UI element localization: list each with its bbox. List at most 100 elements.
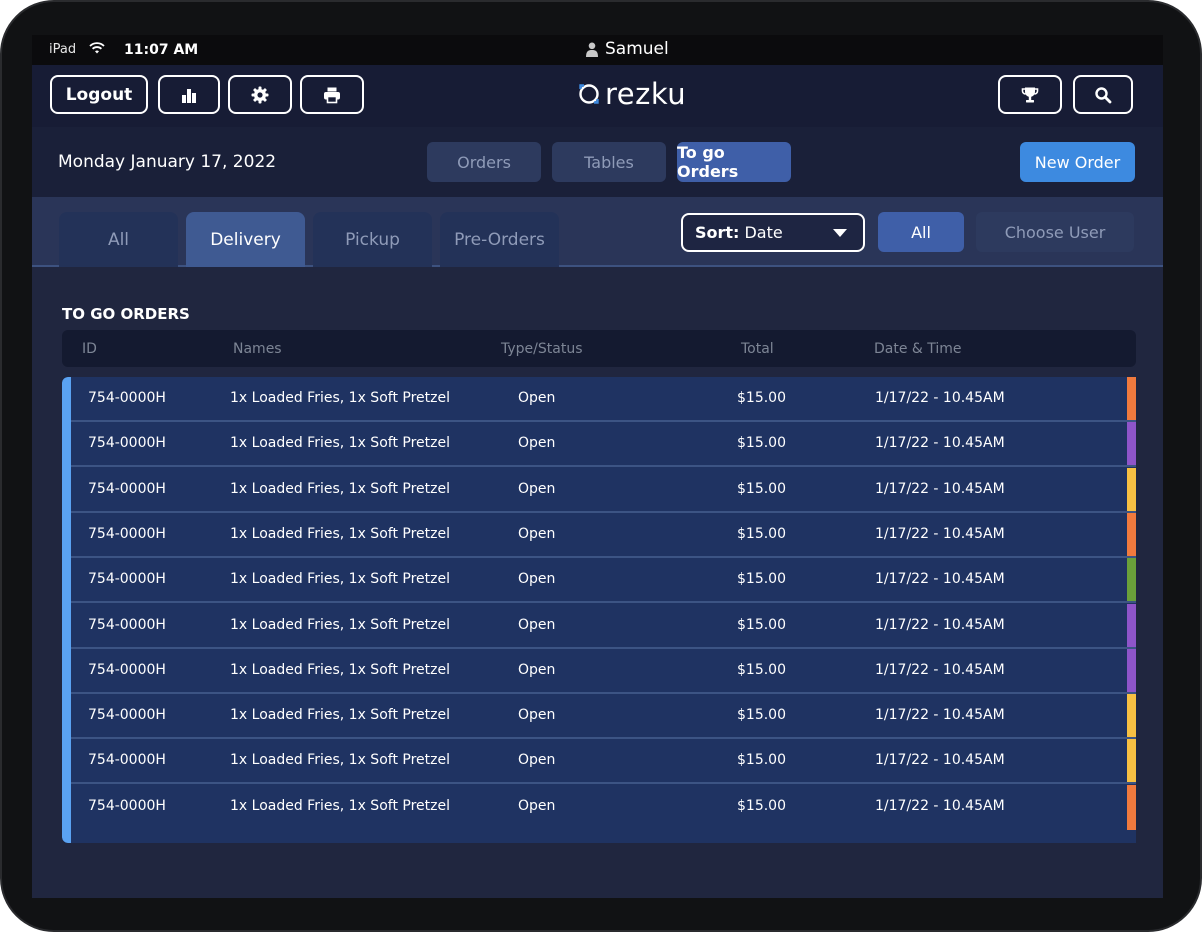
order-items: 1x Loaded Fries, 1x Soft Pretzel bbox=[230, 617, 450, 633]
bar-chart-icon bbox=[182, 88, 196, 103]
rezku-logo-icon bbox=[579, 84, 599, 104]
filter-tab-delivery[interactable]: Delivery bbox=[186, 212, 305, 267]
filter-tab-pickup[interactable]: Pickup bbox=[313, 212, 432, 267]
app-screen: iPad 11:07 AM Samuel Logout rezku Monday… bbox=[32, 35, 1163, 898]
order-total: $15.00 bbox=[737, 798, 786, 814]
user-filter-all-button[interactable]: All bbox=[878, 212, 964, 252]
table-row[interactable]: 754-0000H 1x Loaded Fries, 1x Soft Pretze… bbox=[71, 422, 1136, 467]
selection-indicator bbox=[62, 377, 71, 843]
table-header: ID Names Type/Status Total Date & Time bbox=[62, 330, 1136, 367]
printer-icon bbox=[324, 87, 340, 103]
current-user: Samuel bbox=[586, 39, 669, 59]
order-items: 1x Loaded Fries, 1x Soft Pretzel bbox=[230, 752, 450, 768]
order-status: Open bbox=[518, 571, 556, 587]
filter-tab-all[interactable]: All bbox=[59, 212, 178, 267]
order-total: $15.00 bbox=[737, 481, 786, 497]
status-color-stripe bbox=[1127, 604, 1136, 647]
order-status: Open bbox=[518, 707, 556, 723]
status-color-stripe bbox=[1127, 377, 1136, 420]
tab-to-go-orders[interactable]: To go Orders bbox=[677, 142, 791, 182]
order-id: 754-0000H bbox=[88, 571, 166, 587]
print-button[interactable] bbox=[300, 75, 364, 114]
sort-label: Sort: bbox=[695, 223, 740, 242]
table-row[interactable]: 754-0000H 1x Loaded Fries, 1x Soft Pretze… bbox=[71, 558, 1136, 603]
sort-value: Date bbox=[744, 223, 783, 242]
choose-user-button[interactable]: Choose User bbox=[976, 212, 1134, 252]
user-icon bbox=[586, 42, 598, 57]
logout-button[interactable]: Logout bbox=[50, 75, 148, 114]
column-header-status: Type/Status bbox=[501, 341, 583, 357]
trophy-icon bbox=[1021, 87, 1039, 102]
status-color-stripe bbox=[1127, 649, 1136, 692]
status-color-stripe bbox=[1127, 513, 1136, 556]
order-datetime: 1/17/22 - 10.45AM bbox=[875, 752, 1005, 768]
sort-dropdown[interactable]: Sort: Date bbox=[681, 213, 865, 252]
order-status: Open bbox=[518, 617, 556, 633]
gear-icon bbox=[251, 86, 269, 103]
status-color-stripe bbox=[1127, 785, 1136, 830]
order-id: 754-0000H bbox=[88, 662, 166, 678]
order-status: Open bbox=[518, 798, 556, 814]
device-name: iPad bbox=[49, 42, 77, 57]
ipad-frame: iPad 11:07 AM Samuel Logout rezku Monday… bbox=[0, 0, 1202, 932]
order-id: 754-0000H bbox=[88, 617, 166, 633]
order-total: $15.00 bbox=[737, 390, 786, 406]
reports-button[interactable] bbox=[158, 75, 220, 114]
order-datetime: 1/17/22 - 10.45AM bbox=[875, 435, 1005, 451]
tab-tables[interactable]: Tables bbox=[552, 142, 666, 182]
order-total: $15.00 bbox=[737, 662, 786, 678]
rezku-logo: rezku bbox=[577, 77, 686, 111]
table-row[interactable]: 754-0000H 1x Loaded Fries, 1x Soft Pretze… bbox=[71, 513, 1136, 558]
order-datetime: 1/17/22 - 10.45AM bbox=[875, 481, 1005, 497]
order-total: $15.00 bbox=[737, 752, 786, 768]
table-row[interactable]: 754-0000H 1x Loaded Fries, 1x Soft Pretze… bbox=[71, 377, 1136, 422]
status-color-stripe bbox=[1127, 739, 1136, 782]
current-user-name: Samuel bbox=[605, 39, 669, 59]
table-row[interactable]: 754-0000H 1x Loaded Fries, 1x Soft Pretze… bbox=[71, 694, 1136, 739]
order-status: Open bbox=[518, 481, 556, 497]
order-datetime: 1/17/22 - 10.45AM bbox=[875, 707, 1005, 723]
column-header-total: Total bbox=[741, 341, 774, 357]
table-row[interactable]: 754-0000H 1x Loaded Fries, 1x Soft Pretze… bbox=[71, 604, 1136, 649]
order-items: 1x Loaded Fries, 1x Soft Pretzel bbox=[230, 707, 450, 723]
current-date: Monday January 17, 2022 bbox=[58, 152, 277, 172]
order-datetime: 1/17/22 - 10.45AM bbox=[875, 390, 1005, 406]
order-id: 754-0000H bbox=[88, 481, 166, 497]
table-row[interactable]: 754-0000H 1x Loaded Fries, 1x Soft Pretze… bbox=[71, 785, 1136, 830]
order-datetime: 1/17/22 - 10.45AM bbox=[875, 798, 1005, 814]
column-header-datetime: Date & Time bbox=[874, 341, 962, 357]
new-order-button[interactable]: New Order bbox=[1020, 142, 1135, 182]
order-status: Open bbox=[518, 435, 556, 451]
order-total: $15.00 bbox=[737, 571, 786, 587]
table-row[interactable]: 754-0000H 1x Loaded Fries, 1x Soft Pretze… bbox=[71, 649, 1136, 694]
order-items: 1x Loaded Fries, 1x Soft Pretzel bbox=[230, 798, 450, 814]
order-id: 754-0000H bbox=[88, 798, 166, 814]
view-bar: Monday January 17, 2022 Orders Tables To… bbox=[32, 127, 1163, 197]
filter-tab-pre-orders[interactable]: Pre-Orders bbox=[440, 212, 559, 267]
order-items: 1x Loaded Fries, 1x Soft Pretzel bbox=[230, 390, 450, 406]
table-row[interactable]: 754-0000H 1x Loaded Fries, 1x Soft Pretze… bbox=[71, 739, 1136, 784]
orders-table-body: 754-0000H 1x Loaded Fries, 1x Soft Pretze… bbox=[62, 377, 1136, 843]
status-color-stripe bbox=[1127, 468, 1136, 511]
rewards-button[interactable] bbox=[998, 75, 1062, 114]
order-total: $15.00 bbox=[737, 435, 786, 451]
top-toolbar: Logout rezku bbox=[32, 65, 1163, 127]
settings-button[interactable] bbox=[228, 75, 292, 114]
chevron-down-icon bbox=[833, 229, 847, 237]
filter-bar: All Delivery Pickup Pre-Orders Sort: Dat… bbox=[32, 197, 1163, 267]
order-total: $15.00 bbox=[737, 707, 786, 723]
status-bar: iPad 11:07 AM Samuel bbox=[32, 35, 1163, 65]
table-row[interactable]: 754-0000H 1x Loaded Fries, 1x Soft Pretze… bbox=[71, 468, 1136, 513]
tab-orders[interactable]: Orders bbox=[427, 142, 541, 182]
order-items: 1x Loaded Fries, 1x Soft Pretzel bbox=[230, 481, 450, 497]
order-datetime: 1/17/22 - 10.45AM bbox=[875, 526, 1005, 542]
order-id: 754-0000H bbox=[88, 707, 166, 723]
order-datetime: 1/17/22 - 10.45AM bbox=[875, 571, 1005, 587]
search-icon bbox=[1095, 86, 1112, 103]
section-title: TO GO ORDERS bbox=[62, 305, 190, 323]
order-items: 1x Loaded Fries, 1x Soft Pretzel bbox=[230, 571, 450, 587]
search-button[interactable] bbox=[1073, 75, 1133, 114]
order-id: 754-0000H bbox=[88, 390, 166, 406]
order-status: Open bbox=[518, 662, 556, 678]
column-header-names: Names bbox=[233, 341, 282, 357]
